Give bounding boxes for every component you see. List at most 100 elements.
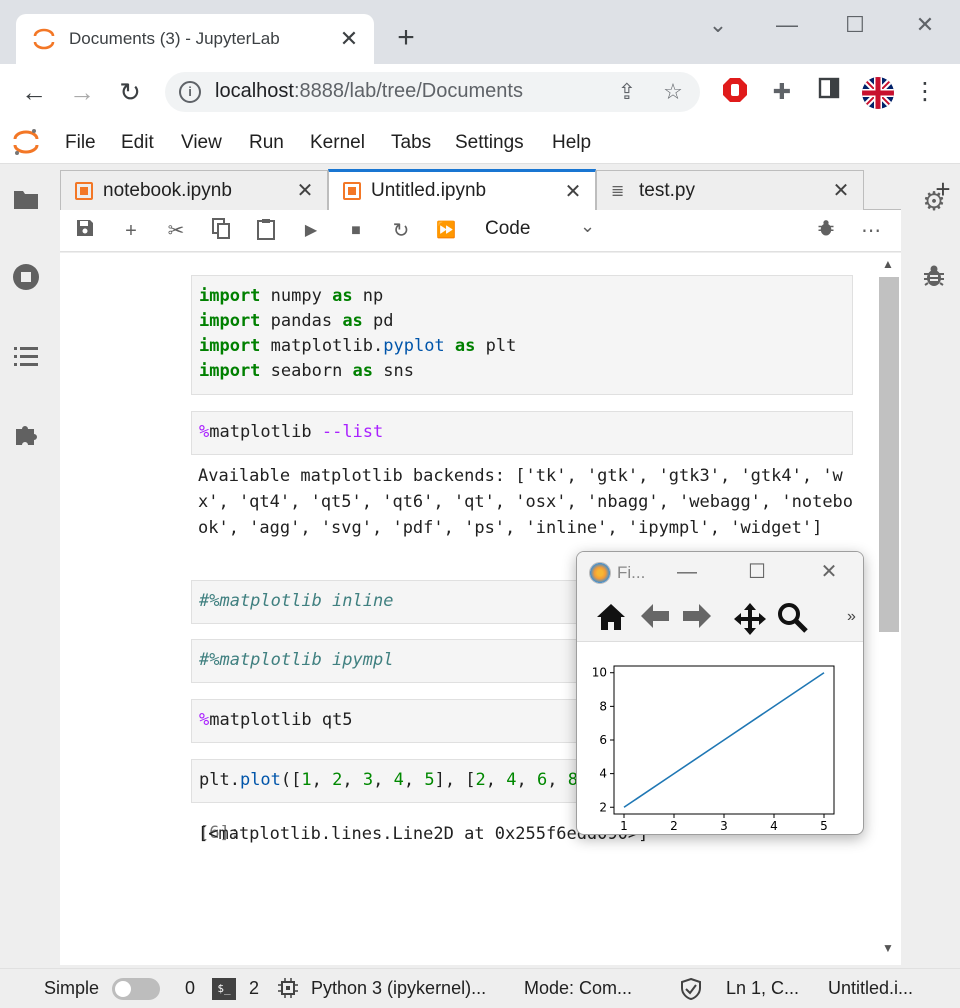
browser-tabstrip: Documents (3) - JupyterLab ✕ + ⌄ — ☐ ✕ (0, 0, 960, 64)
copy-icon[interactable] (208, 218, 234, 244)
status-bar: Simple 0 $_ 2 Python 3 (ipykernel)... Mo… (0, 968, 960, 1008)
menu-kernel[interactable]: Kernel (310, 132, 365, 154)
code-cell-input[interactable]: import numpy as np import pandas as pd i… (191, 275, 853, 395)
site-info-icon[interactable]: i (179, 81, 201, 103)
notebook-icon (343, 182, 361, 200)
add-launcher-button[interactable]: + (930, 174, 956, 204)
simple-mode-toggle[interactable] (112, 978, 160, 1000)
home-icon[interactable] (595, 602, 627, 634)
reload-icon[interactable]: ↻ (114, 76, 146, 108)
profile-avatar[interactable] (862, 77, 894, 109)
figure-canvas[interactable]: 1 2 3 4 5 2 4 6 8 10 (577, 642, 864, 835)
save-icon[interactable] (72, 218, 98, 244)
debugger-bug-icon[interactable] (813, 218, 839, 244)
more-ellipsis-icon[interactable]: ⋯ (858, 218, 884, 244)
extension-manager-icon[interactable] (10, 421, 42, 453)
notebook-icon (75, 181, 93, 200)
trusted-shield-icon[interactable] (680, 977, 702, 1005)
close-window-button[interactable]: ✕ (815, 558, 843, 586)
scroll-up-arrow-icon[interactable]: ▲ (882, 257, 894, 271)
zoom-magnifier-icon[interactable] (777, 602, 809, 634)
close-window-button[interactable]: ✕ (910, 10, 940, 40)
scrollbar-thumb[interactable] (879, 277, 899, 632)
debugger-bug-icon[interactable] (918, 263, 950, 295)
browser-tab-title: Documents (3) - JupyterLab (69, 29, 280, 48)
restart-icon[interactable]: ↻ (388, 218, 414, 244)
menubar: File Edit View Run Kernel Tabs Settings … (0, 120, 960, 164)
pan-move-icon[interactable] (733, 602, 766, 635)
document-tabbar: notebook.ipynb ✕ Untitled.ipynb ✕ ≣ test… (60, 169, 951, 210)
notebook-scrollbar[interactable]: ▲ ▼ (878, 253, 900, 965)
close-icon[interactable]: ✕ (829, 178, 853, 203)
folder-icon[interactable] (10, 185, 42, 217)
close-icon[interactable]: ✕ (293, 178, 317, 203)
figure-window[interactable]: Fi... — ☐ ✕ » 1 2 3 4 5 2 4 6 8 10 (576, 551, 864, 835)
jupyter-favicon-icon (33, 28, 55, 50)
tab-untitled-ipynb[interactable]: Untitled.ipynb ✕ (328, 169, 596, 210)
kernel-count[interactable]: 2 (249, 978, 259, 999)
browser-menu-icon[interactable]: ⋮ (910, 77, 940, 107)
menu-help[interactable]: Help (552, 132, 591, 154)
figure-window-title: Fi... (617, 563, 646, 582)
y-tick-label: 4 (599, 767, 607, 781)
menu-run[interactable]: Run (249, 132, 284, 154)
paste-clipboard-icon[interactable] (253, 218, 279, 244)
address-bar[interactable]: i localhost:8888/lab/tree/Documents ⇪ ☆ (165, 72, 700, 112)
bookmark-star-icon[interactable]: ☆ (659, 78, 687, 106)
scroll-down-arrow-icon[interactable]: ▼ (882, 941, 894, 955)
y-tick-label: 6 (599, 733, 607, 747)
figure-titlebar[interactable]: Fi... — ☐ ✕ (577, 552, 863, 594)
maximize-button[interactable]: ☐ (743, 558, 771, 586)
menu-edit[interactable]: Edit (121, 132, 154, 154)
x-tick-label: 1 (620, 819, 628, 833)
notebook-toolbar: + ✂ ▶ ■ ↻ ⏩ Code ⌄ ⋯ (60, 210, 901, 252)
extensions-puzzle-icon[interactable]: ✚ (767, 77, 797, 107)
text-file-icon: ≣ (611, 182, 625, 200)
cell-type-select[interactable]: Code (485, 218, 530, 240)
terminal-icon[interactable]: $_ (212, 978, 236, 1000)
tab-notebook-ipynb[interactable]: notebook.ipynb ✕ (60, 170, 328, 210)
terminal-count[interactable]: 0 (185, 978, 195, 999)
line-chart[interactable]: 1 2 3 4 5246810 (577, 642, 864, 835)
tab-label: test.py (639, 179, 695, 201)
url-text[interactable]: localhost:8888/lab/tree/Documents (215, 80, 523, 103)
menu-settings[interactable]: Settings (455, 132, 524, 154)
menu-tabs[interactable]: Tabs (391, 132, 431, 154)
code-cell-input[interactable]: %matplotlib --list (191, 411, 853, 455)
close-icon[interactable]: ✕ (561, 179, 585, 204)
minimize-button[interactable]: — (772, 10, 802, 40)
fast-forward-icon[interactable]: ⏩ (433, 218, 459, 244)
cell-output: Available matplotlib backends: ['tk', 'g… (198, 466, 854, 538)
share-icon[interactable]: ⇪ (613, 78, 641, 106)
x-tick-label: 4 (770, 819, 778, 833)
chevron-down-icon[interactable]: ⌄ (580, 216, 595, 237)
back-arrow-icon[interactable]: ← (18, 76, 50, 108)
back-arrow-icon[interactable] (639, 602, 671, 634)
browser-tab[interactable]: Documents (3) - JupyterLab ✕ (16, 14, 374, 64)
menu-file[interactable]: File (65, 132, 96, 154)
minimize-button[interactable]: — (673, 558, 701, 586)
insert-cell-plus-icon[interactable]: + (118, 218, 144, 244)
x-tick-label: 5 (820, 819, 828, 833)
stop-square-icon[interactable]: ■ (343, 218, 369, 244)
forward-arrow-icon[interactable]: → (66, 76, 98, 108)
cut-scissors-icon[interactable]: ✂ (163, 218, 189, 244)
kernel-name[interactable]: Python 3 (ipykernel)... (311, 978, 486, 999)
maximize-button[interactable]: ☐ (840, 10, 870, 40)
close-tab-icon[interactable]: ✕ (334, 24, 364, 54)
table-of-contents-icon[interactable] (10, 342, 42, 374)
running-stop-icon[interactable] (10, 263, 42, 295)
menu-view[interactable]: View (181, 132, 222, 154)
figure-toolbar: » (577, 594, 863, 642)
run-play-icon[interactable]: ▶ (298, 218, 324, 244)
cursor-position[interactable]: Ln 1, C... (726, 978, 799, 999)
kernel-chip-icon[interactable] (278, 978, 298, 1003)
tab-test-py[interactable]: ≣ test.py ✕ (596, 170, 864, 210)
forward-arrow-icon[interactable] (681, 602, 713, 634)
side-panel-icon[interactable] (814, 77, 844, 107)
adblock-extension-icon[interactable] (720, 77, 750, 107)
new-tab-button[interactable]: + (392, 22, 420, 54)
y-tick-label: 2 (599, 800, 607, 814)
chevron-down-icon[interactable]: ⌄ (703, 10, 733, 40)
more-tools-icon[interactable]: » (847, 608, 856, 626)
